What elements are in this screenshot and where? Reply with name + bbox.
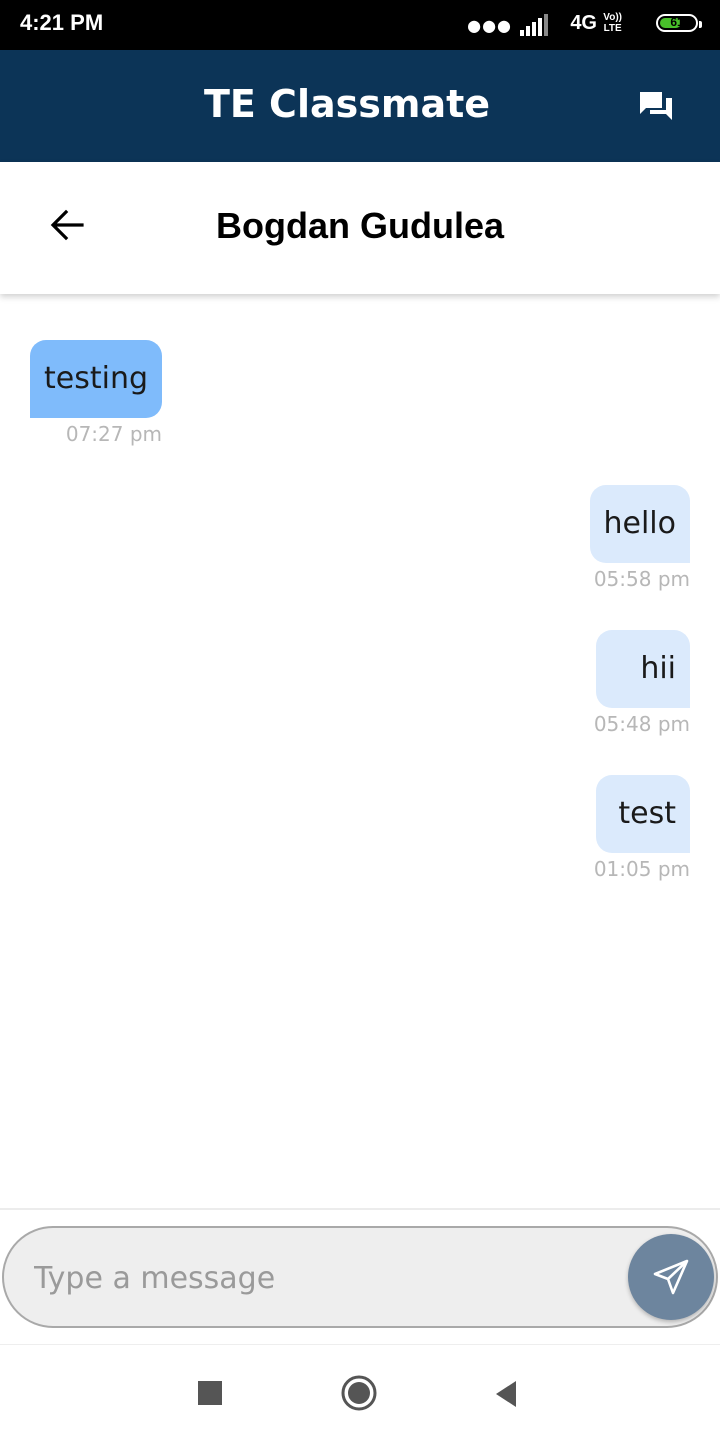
message-list[interactable]: testing 07:27 pm hello 05:58 pm hii 05:4… [0,294,720,1208]
message-outgoing: test 01:05 pm [594,775,690,881]
volte-line-1: Vo)) [603,12,622,23]
message-bubble[interactable]: testing [30,340,163,418]
signal-strength-icon [520,14,548,36]
status-time: 4:21 PM [20,10,104,35]
composer-divider [0,1208,720,1210]
message-composer [2,1226,718,1328]
chat-bubbles-icon[interactable] [638,90,674,124]
message-incoming: testing 07:27 pm [30,340,163,446]
contact-name: Bogdan Gudulea [216,205,504,246]
message-time: 05:48 pm [593,712,690,736]
square-icon[interactable] [198,1381,222,1405]
chat-header: Bogdan Gudulea [0,162,720,294]
volte-line-2: LTE [603,23,622,34]
volte-icon: Vo)) LTE [603,12,622,34]
app-title: TE Classmate [203,82,491,126]
message-bubble[interactable]: hii [596,630,690,708]
message-time: 01:05 pm [593,857,690,881]
app-bar: TE Classmate [0,50,720,162]
notification-dots-icon: ●●● [467,16,512,35]
battery-level: 61 [670,15,684,29]
message-bubble[interactable]: test [596,775,690,853]
send-button[interactable] [628,1234,714,1320]
send-icon [653,1259,689,1295]
message-bubble[interactable]: hello [589,485,690,563]
triangle-back-icon[interactable] [494,1381,518,1407]
battery-tip [699,21,702,28]
system-nav-bar [0,1344,720,1441]
battery-icon: 61 [656,14,702,32]
message-input[interactable] [32,1250,596,1306]
message-outgoing: hello 05:58 pm [589,485,690,591]
message-outgoing: hii 05:48 pm [594,630,690,736]
message-time: 05:58 pm [593,567,690,591]
circle-icon[interactable] [340,1374,378,1412]
status-bar: 4:21 PM ●●● 4G Vo)) LTE 61 [0,0,720,50]
network-type: 4G [570,12,597,34]
message-time: 07:27 pm [65,422,163,446]
